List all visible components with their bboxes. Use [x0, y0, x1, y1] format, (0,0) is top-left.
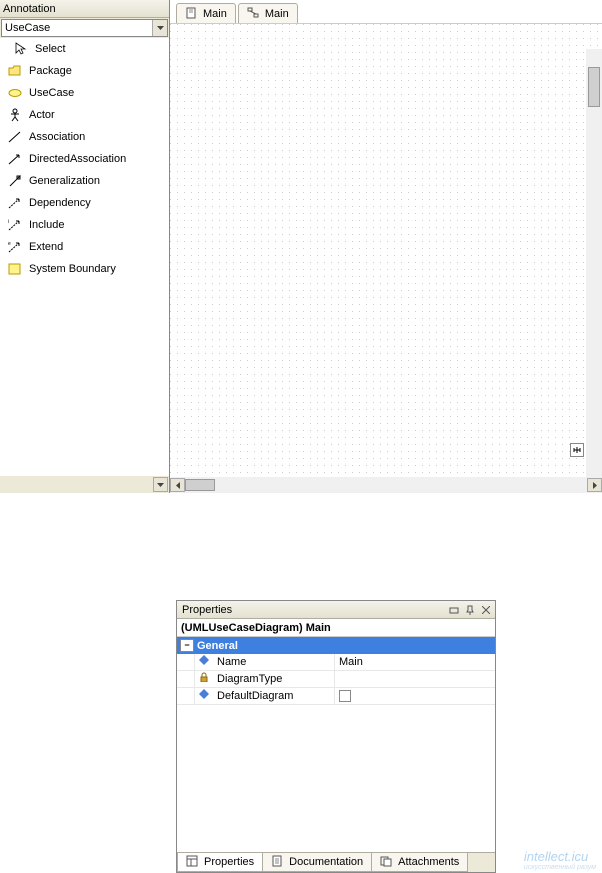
- blue-diamond-icon: [199, 655, 213, 669]
- generalization-icon: [8, 174, 22, 188]
- palette-item-label: Package: [29, 65, 72, 77]
- diagram-canvas[interactable]: [170, 24, 602, 477]
- watermark: intellect.icu искусственный разум: [524, 849, 596, 871]
- palette-item-label: Generalization: [29, 175, 100, 187]
- window-position-button[interactable]: [447, 603, 461, 617]
- category-label: General: [197, 640, 238, 652]
- palette-item-system-boundary[interactable]: System Boundary: [0, 258, 169, 280]
- tab-label: Main: [265, 8, 289, 20]
- category-row-general[interactable]: − General: [177, 637, 495, 654]
- property-row-diagramtype[interactable]: DiagramType: [177, 671, 495, 688]
- scroll-left-button[interactable]: [170, 478, 185, 492]
- palette-item-label: Include: [29, 219, 64, 231]
- properties-object-label: (UMLUseCaseDiagram) Main: [177, 619, 495, 637]
- palette-item-generalization[interactable]: Generalization: [0, 170, 169, 192]
- svg-text:e: e: [8, 241, 11, 247]
- properties-icon: [186, 855, 200, 869]
- properties-panel: Properties (UMLUseCaseDiagram) Main − Ge…: [176, 600, 496, 873]
- diagram-tab-bar: Main Main: [170, 0, 602, 24]
- dropdown-arrow-icon[interactable]: [152, 20, 167, 36]
- palette-item-association[interactable]: Association: [0, 126, 169, 148]
- canvas-horizontal-scrollbar[interactable]: [170, 477, 602, 493]
- rectangle-icon: [8, 262, 22, 276]
- property-row-defaultdiagram[interactable]: DefaultDiagram: [177, 688, 495, 705]
- tab-label: Properties: [204, 856, 254, 868]
- diagram-icon: [247, 7, 261, 21]
- properties-grid: − General Name Main DiagramType DefaultD…: [177, 637, 495, 852]
- blue-diamond-icon: [199, 689, 213, 703]
- palette-item-label: Dependency: [29, 197, 91, 209]
- lock-icon: [199, 672, 213, 686]
- palette-scroll-down-button[interactable]: [153, 477, 168, 492]
- palette-item-label: UseCase: [29, 87, 74, 99]
- tab-label: Main: [203, 8, 227, 20]
- tab-label: Documentation: [289, 856, 363, 868]
- palette-item-label: DirectedAssociation: [29, 153, 126, 165]
- property-name-cell: DiagramType: [195, 671, 335, 687]
- tab-properties[interactable]: Properties: [177, 853, 263, 872]
- page-icon: [185, 7, 199, 21]
- property-value-cell: [335, 671, 495, 687]
- attachment-icon: [380, 855, 394, 869]
- palette-item-label: System Boundary: [29, 263, 116, 275]
- svg-text:i: i: [8, 219, 9, 225]
- properties-bottom-tabs: Properties Documentation Attachments: [177, 852, 495, 872]
- scroll-right-button[interactable]: [587, 478, 602, 492]
- panel-title: Properties: [179, 604, 445, 616]
- oval-icon: [8, 86, 22, 100]
- palette-item-label: Extend: [29, 241, 63, 253]
- property-name-cell: DefaultDiagram: [195, 688, 335, 704]
- diagram-tab-main-2[interactable]: Main: [238, 3, 298, 23]
- dependency-icon: [8, 196, 22, 210]
- tab-attachments[interactable]: Attachments: [371, 853, 468, 872]
- canvas-expand-button[interactable]: [570, 443, 584, 457]
- palette-header: Annotation: [0, 0, 169, 18]
- palette-item-extend[interactable]: e Extend: [0, 236, 169, 258]
- palette-item-dependency[interactable]: Dependency: [0, 192, 169, 214]
- diagram-canvas-area: Main Main: [170, 0, 602, 493]
- tab-label: Attachments: [398, 856, 459, 868]
- palette-category-dropdown[interactable]: UseCase: [1, 19, 168, 37]
- diagram-tab-main-1[interactable]: Main: [176, 3, 236, 23]
- palette-item-usecase[interactable]: UseCase: [0, 82, 169, 104]
- checkbox[interactable]: [339, 690, 351, 702]
- tool-palette: Annotation UseCase Select Package UseCas…: [0, 0, 170, 493]
- property-row-name[interactable]: Name Main: [177, 654, 495, 671]
- collapse-toggle-icon[interactable]: −: [180, 639, 194, 652]
- scroll-track[interactable]: [185, 478, 587, 492]
- properties-titlebar: Properties: [177, 601, 495, 619]
- pin-icon[interactable]: [463, 603, 477, 617]
- palette-item-label: Select: [35, 43, 66, 55]
- palette-item-list: Select Package UseCase Actor Association: [0, 38, 169, 476]
- palette-item-directed-association[interactable]: DirectedAssociation: [0, 148, 169, 170]
- property-value-cell[interactable]: [335, 688, 495, 704]
- canvas-grid: [170, 24, 602, 477]
- extend-icon: e: [8, 240, 22, 254]
- folder-icon: [8, 64, 22, 78]
- property-name-cell: Name: [195, 654, 335, 670]
- scrollbar-thumb[interactable]: [185, 479, 215, 491]
- palette-item-label: Actor: [29, 109, 55, 121]
- directed-association-icon: [8, 152, 22, 166]
- palette-footer: [0, 476, 169, 493]
- palette-item-include[interactable]: i Include: [0, 214, 169, 236]
- palette-item-actor[interactable]: Actor: [0, 104, 169, 126]
- document-icon: [271, 855, 285, 869]
- palette-item-package[interactable]: Package: [0, 60, 169, 82]
- association-icon: [8, 130, 22, 144]
- cursor-icon: [14, 42, 28, 56]
- scrollbar-thumb[interactable]: [588, 67, 600, 107]
- palette-item-label: Association: [29, 131, 85, 143]
- canvas-vertical-scrollbar[interactable]: [586, 49, 602, 477]
- property-value-cell[interactable]: Main: [335, 654, 495, 670]
- include-icon: i: [8, 218, 22, 232]
- close-icon[interactable]: [479, 603, 493, 617]
- actor-icon: [8, 108, 22, 122]
- palette-item-select[interactable]: Select: [0, 38, 169, 60]
- tab-documentation[interactable]: Documentation: [262, 853, 372, 872]
- dropdown-value: UseCase: [2, 20, 152, 36]
